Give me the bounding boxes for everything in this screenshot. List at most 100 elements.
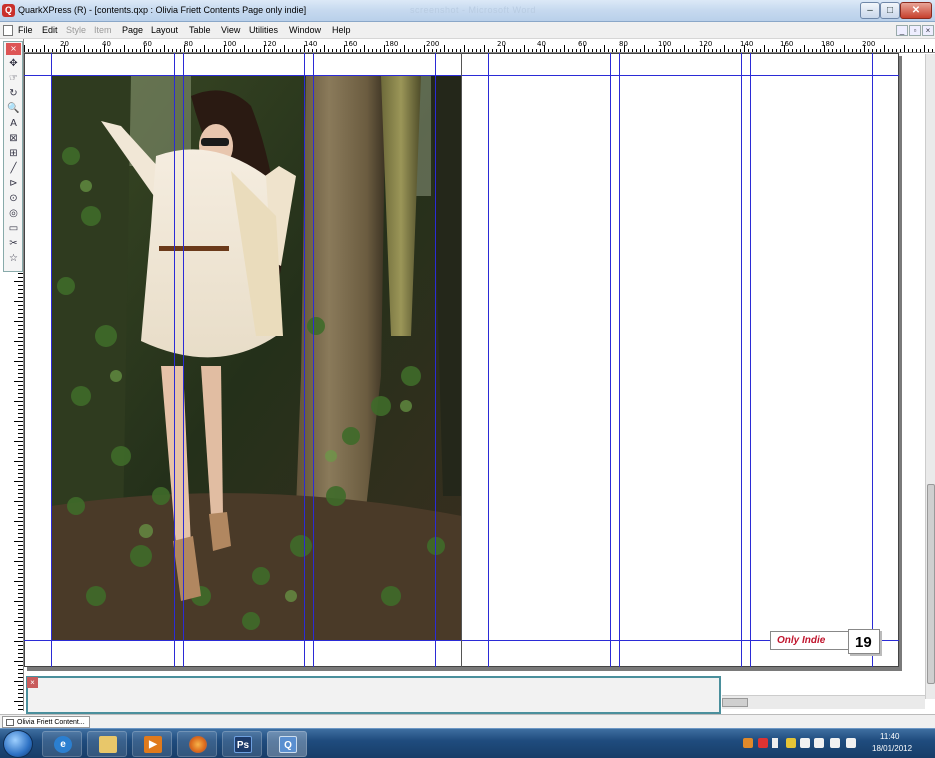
photoshop-icon: Ps bbox=[234, 736, 252, 753]
doc-minimize-button[interactable]: _ bbox=[896, 25, 908, 36]
starburst-tool-icon[interactable]: ☆ bbox=[6, 252, 21, 266]
quark-app-icon[interactable]: Q bbox=[2, 4, 15, 17]
menu-item[interactable]: Item bbox=[94, 25, 112, 35]
show-hidden-icons[interactable] bbox=[772, 738, 778, 748]
taskbar-internet-explorer[interactable]: e bbox=[42, 731, 82, 757]
screen: Q QuarkXPress (R) - [contents.qxp : Oliv… bbox=[0, 0, 935, 758]
internet-explorer-icon: e bbox=[54, 736, 72, 753]
display-icon[interactable] bbox=[830, 738, 840, 748]
taskbar-quark[interactable]: Q bbox=[267, 731, 307, 757]
maximize-button[interactable]: □ bbox=[880, 2, 900, 19]
clock-date[interactable]: 18/01/2012 bbox=[872, 744, 912, 753]
firefox-icon bbox=[189, 736, 207, 753]
hruler-label: 140 bbox=[740, 40, 754, 48]
menu-file[interactable]: File bbox=[18, 25, 33, 35]
woodland-photo bbox=[51, 76, 462, 641]
menu-utilities[interactable]: Utilities bbox=[249, 25, 278, 35]
folder-icon bbox=[99, 736, 117, 753]
menu-help[interactable]: Help bbox=[332, 25, 351, 35]
line-text-path-tool-icon[interactable]: ⊳ bbox=[6, 177, 21, 191]
line-tool-icon[interactable]: ╱ bbox=[6, 162, 21, 176]
title-bar: Q QuarkXPress (R) - [contents.qxp : Oliv… bbox=[0, 0, 935, 22]
hruler-label: 140 bbox=[304, 40, 318, 48]
photo-picture-box[interactable] bbox=[51, 76, 462, 641]
rotation-tool-icon[interactable]: ↻ bbox=[6, 87, 21, 101]
document-tab[interactable]: Olivia Friett Content... bbox=[2, 716, 90, 728]
scissors-tool-icon[interactable]: ✂ bbox=[6, 237, 21, 251]
page-number: 19 bbox=[855, 634, 872, 651]
horizontal-scroll-thumb[interactable] bbox=[722, 698, 748, 707]
tray-alert-icon[interactable] bbox=[758, 738, 768, 748]
menu-table[interactable]: Table bbox=[189, 25, 211, 35]
column-guide[interactable] bbox=[750, 53, 751, 667]
close-button[interactable]: ✕ bbox=[900, 2, 932, 19]
hruler-label: 80 bbox=[619, 40, 628, 48]
security-shield-icon[interactable] bbox=[786, 738, 796, 748]
hruler-label: 200 bbox=[426, 40, 440, 48]
hruler-label: 180 bbox=[385, 40, 399, 48]
menu-window[interactable]: Window bbox=[289, 25, 321, 35]
hruler-label: 180 bbox=[821, 40, 835, 48]
document-tab-strip: Olivia Friett Content... bbox=[0, 714, 935, 728]
window-title: QuarkXPress (R) - [contents.qxp : Olivia… bbox=[18, 5, 307, 15]
menu-style[interactable]: Style bbox=[66, 25, 86, 35]
menu-page[interactable]: Page bbox=[122, 25, 143, 35]
column-guide[interactable] bbox=[619, 53, 620, 667]
column-guide[interactable] bbox=[174, 53, 175, 667]
menu-edit[interactable]: Edit bbox=[42, 25, 58, 35]
taskbar-media-player[interactable]: ▶ bbox=[132, 731, 172, 757]
vertical-scrollbar[interactable] bbox=[925, 54, 935, 699]
volume-icon[interactable] bbox=[846, 738, 856, 748]
minimize-button[interactable]: – bbox=[860, 2, 880, 19]
hruler-label: 60 bbox=[578, 40, 587, 48]
doc-restore-button[interactable]: ▫ bbox=[909, 25, 921, 36]
item-tool-icon[interactable]: ✥ bbox=[6, 57, 21, 71]
tool-palette-close-icon[interactable]: × bbox=[6, 43, 21, 55]
doc-close-button[interactable]: × bbox=[922, 25, 934, 36]
column-guide[interactable] bbox=[304, 53, 305, 667]
picture-box-tool-icon[interactable]: ⊠ bbox=[6, 132, 21, 146]
measurements-palette[interactable]: × bbox=[26, 676, 721, 714]
column-guide[interactable] bbox=[872, 53, 873, 667]
taskbar-firefox[interactable] bbox=[177, 731, 217, 757]
hruler-label: 60 bbox=[143, 40, 152, 48]
zoom-tool-icon[interactable]: 🔍 bbox=[6, 102, 21, 116]
linking-tool-icon[interactable]: ⊙ bbox=[6, 192, 21, 206]
menu-view[interactable]: View bbox=[221, 25, 240, 35]
measurements-close-icon[interactable]: × bbox=[27, 677, 38, 688]
column-guide[interactable] bbox=[183, 53, 184, 667]
clock-time[interactable]: 11:40 bbox=[880, 732, 899, 741]
column-guide[interactable] bbox=[741, 53, 742, 667]
unlinking-tool-icon[interactable]: ◎ bbox=[6, 207, 21, 221]
page-number-box[interactable]: 19 bbox=[848, 629, 880, 654]
horizontal-scrollbar[interactable] bbox=[722, 695, 925, 709]
start-button[interactable] bbox=[3, 730, 33, 758]
vertical-scroll-thumb[interactable] bbox=[927, 484, 935, 684]
hruler-label: 40 bbox=[537, 40, 546, 48]
quark-icon: Q bbox=[279, 736, 297, 753]
taskbar-photoshop[interactable]: Ps bbox=[222, 731, 262, 757]
content-tool-icon[interactable]: ☞ bbox=[6, 72, 21, 86]
frame-tool-icon[interactable]: ▭ bbox=[6, 222, 21, 236]
column-guide[interactable] bbox=[51, 53, 52, 667]
column-guide[interactable] bbox=[488, 53, 489, 667]
column-guide[interactable] bbox=[610, 53, 611, 667]
column-guide[interactable] bbox=[435, 53, 436, 667]
network-icon[interactable] bbox=[814, 738, 824, 748]
text-box-tool-icon[interactable]: A bbox=[6, 117, 21, 131]
horizontal-ruler[interactable]: 20 40 60 80 100 120 140 160 180 200 20 4… bbox=[24, 39, 935, 53]
hruler-label: 100 bbox=[658, 40, 672, 48]
logo-text-box[interactable]: Only Indie bbox=[770, 631, 850, 650]
hruler-label: 160 bbox=[344, 40, 358, 48]
table-tool-icon[interactable]: ⊞ bbox=[6, 147, 21, 161]
hruler-label: 40 bbox=[102, 40, 111, 48]
column-guide[interactable] bbox=[313, 53, 314, 667]
media-player-icon: ▶ bbox=[144, 736, 162, 753]
hruler-label: 120 bbox=[699, 40, 713, 48]
action-center-flag-icon[interactable] bbox=[800, 738, 810, 748]
tray-app-icon[interactable] bbox=[743, 738, 753, 748]
document-icon[interactable] bbox=[3, 25, 13, 36]
taskbar-windows-explorer[interactable] bbox=[87, 731, 127, 757]
menu-layout[interactable]: Layout bbox=[151, 25, 178, 35]
hruler-label: 100 bbox=[223, 40, 237, 48]
